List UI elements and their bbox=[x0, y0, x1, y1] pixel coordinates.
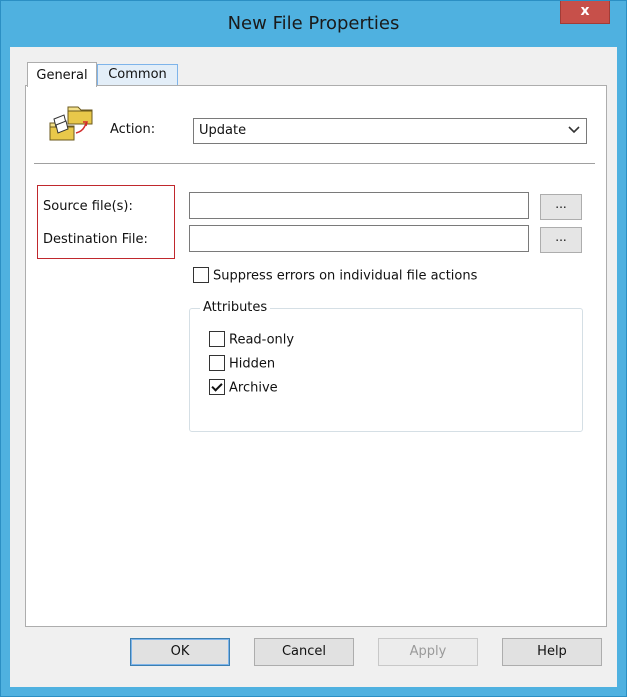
destination-browse-button[interactable]: ... bbox=[540, 227, 582, 253]
suppress-errors-box[interactable] bbox=[193, 267, 209, 283]
action-label: Action: bbox=[110, 122, 156, 137]
action-value: Update bbox=[199, 123, 247, 138]
tab-general[interactable]: General bbox=[27, 62, 97, 87]
read-only-checkbox[interactable]: Read-only bbox=[209, 331, 295, 348]
help-button[interactable]: Help bbox=[502, 638, 602, 666]
ok-button[interactable]: OK bbox=[130, 638, 230, 666]
archive-checkbox[interactable]: Archive bbox=[209, 379, 278, 396]
source-files-label: Source file(s): bbox=[43, 199, 133, 214]
hidden-label: Hidden bbox=[229, 356, 276, 372]
archive-label: Archive bbox=[229, 380, 278, 396]
file-copy-icon bbox=[46, 101, 94, 145]
attributes-title: Attributes bbox=[200, 300, 271, 315]
cancel-button[interactable]: Cancel bbox=[254, 638, 354, 666]
window-title: New File Properties bbox=[227, 13, 400, 34]
tab-common[interactable]: Common bbox=[97, 64, 178, 86]
close-button[interactable]: x bbox=[560, 1, 610, 24]
dialog-body: General Common Action: Update Source fil… bbox=[10, 47, 617, 687]
hidden-box[interactable] bbox=[209, 355, 225, 371]
source-files-input[interactable] bbox=[189, 192, 529, 219]
general-tab-panel: Action: Update Source file(s): Destinati… bbox=[25, 85, 607, 627]
action-select[interactable]: Update bbox=[193, 118, 587, 144]
read-only-label: Read-only bbox=[229, 332, 295, 348]
suppress-errors-checkbox[interactable]: Suppress errors on individual file actio… bbox=[193, 267, 478, 284]
hidden-checkbox[interactable]: Hidden bbox=[209, 355, 276, 372]
destination-file-label: Destination File: bbox=[43, 232, 148, 247]
title-bar[interactable]: New File Properties x bbox=[1, 1, 626, 47]
chevron-down-icon bbox=[568, 122, 580, 139]
destination-file-input[interactable] bbox=[189, 225, 529, 252]
apply-button[interactable]: Apply bbox=[378, 638, 478, 666]
suppress-errors-label: Suppress errors on individual file actio… bbox=[213, 268, 478, 284]
read-only-box[interactable] bbox=[209, 331, 225, 347]
source-browse-button[interactable]: ... bbox=[540, 194, 582, 220]
highlight-box bbox=[37, 185, 175, 259]
separator bbox=[34, 163, 595, 164]
dialog-window: New File Properties x General Common Act… bbox=[0, 0, 627, 697]
archive-box[interactable] bbox=[209, 379, 225, 395]
